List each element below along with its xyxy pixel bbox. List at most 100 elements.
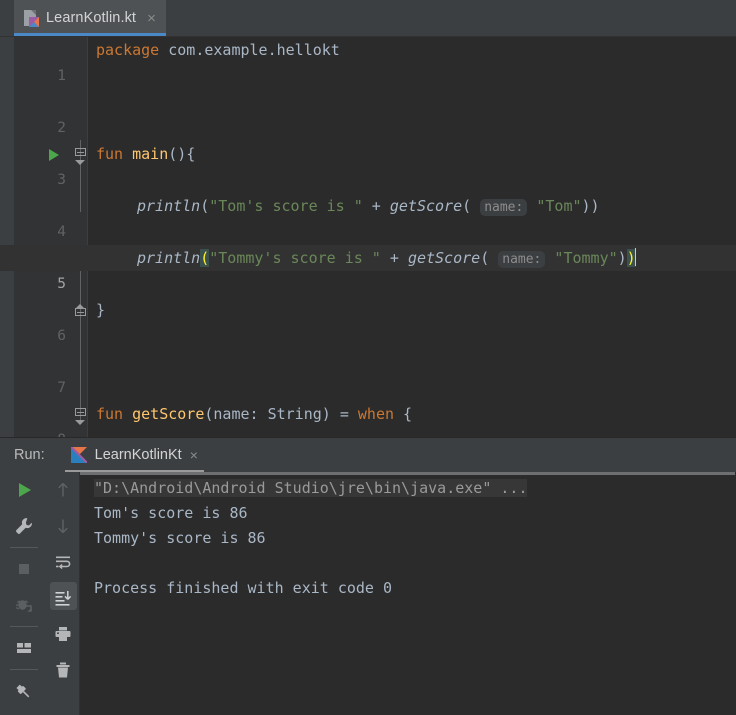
pin-icon xyxy=(15,684,29,698)
run-configuration-tab[interactable]: LearnKotlinKt × xyxy=(64,438,204,472)
code-line[interactable]: 6 } xyxy=(0,297,736,344)
code-line[interactable]: 7 xyxy=(0,349,736,396)
fold-toggle-icon[interactable] xyxy=(75,408,86,425)
editor-tab-learnkotlin[interactable]: LearnKotlin.kt × xyxy=(14,0,166,36)
kotlin-logo-icon xyxy=(70,447,87,463)
code-operator: + xyxy=(380,249,408,267)
console-output[interactable]: "D:\Android\Android Studio\jre\bin\java.… xyxy=(80,472,736,714)
code-line[interactable]: 1 package com.example.hellokt xyxy=(0,37,736,84)
close-icon[interactable]: × xyxy=(190,448,198,462)
keyword-fun: fun xyxy=(96,405,124,423)
code-line[interactable]: 4 println("Tom's score is " + getScore( … xyxy=(0,193,736,240)
console-line: Tom's score is 86 xyxy=(94,504,248,522)
package-name: com.example.hellokt xyxy=(159,41,340,59)
soft-wrap-icon xyxy=(56,556,71,570)
keyword-package: package xyxy=(96,41,160,59)
toolbar-separator xyxy=(9,626,38,627)
string-literal: "Tommy's score is " xyxy=(209,249,381,267)
soft-wrap-button[interactable] xyxy=(47,544,79,580)
stop-icon xyxy=(18,564,29,574)
code-line[interactable]: 3 fun main(){ xyxy=(0,141,736,188)
up-the-stack-trace-button[interactable] xyxy=(47,472,79,508)
code-punctuation: (){ xyxy=(168,145,196,163)
console-line-exit-status: Process finished with exit code 0 xyxy=(94,579,393,597)
run-tool-window-header: Run: LearnKotlinKt × xyxy=(14,438,204,472)
line-number: 7 xyxy=(57,380,66,396)
code-text: package com.example.hellokt xyxy=(96,37,340,63)
rerun-failed-tests-button[interactable] xyxy=(0,587,47,623)
code-text: println("Tom's score is " + getScore( na… xyxy=(137,193,600,221)
arrow-up-icon xyxy=(58,483,68,497)
toolbar-separator xyxy=(9,547,38,548)
layout-icon xyxy=(16,643,31,653)
run-tab-label: LearnKotlinKt xyxy=(94,447,182,463)
string-literal: "Tom" xyxy=(536,197,582,215)
active-tab-indicator xyxy=(14,33,166,36)
rerun-button[interactable] xyxy=(0,472,47,508)
editor-tab-bar: LearnKotlin.kt × xyxy=(0,0,736,37)
code-punctuation: } xyxy=(96,301,106,319)
close-icon[interactable]: × xyxy=(147,11,156,26)
printer-icon xyxy=(55,627,71,641)
console-line-command: "D:\Android\Android Studio\jre\bin\java.… xyxy=(80,476,736,501)
scroll-to-end-icon xyxy=(55,591,72,606)
scroll-to-end-button[interactable] xyxy=(47,580,79,616)
run-gutter-icon[interactable] xyxy=(49,149,59,161)
code-punctuation: ( xyxy=(480,249,490,267)
code-line-current[interactable]: 5 println("Tommy's score is " + getScore… xyxy=(0,245,736,292)
keyword-when: when xyxy=(357,405,395,423)
line-number: 3 xyxy=(57,172,66,188)
parameter-hint: name: xyxy=(498,251,546,268)
layout-settings-button[interactable] xyxy=(0,630,47,666)
code-operator: + xyxy=(362,197,390,215)
code-text: fun getScore(name: String) = when { xyxy=(96,401,412,427)
code-line[interactable]: 8 fun getScore(name: String) = when { xyxy=(0,401,736,437)
string-literal: "Tommy" xyxy=(554,249,618,267)
function-name-main: main xyxy=(123,145,169,163)
fold-toggle-icon[interactable] xyxy=(75,148,86,165)
edit-configuration-button[interactable] xyxy=(0,508,47,544)
code-punctuation: { xyxy=(394,405,413,423)
print-button[interactable] xyxy=(47,616,79,652)
arrow-down-icon xyxy=(58,519,68,533)
code-editor[interactable]: 1 package com.example.hellokt 2 3 fun ma… xyxy=(0,37,736,437)
line-number: 6 xyxy=(57,328,66,344)
fold-toggle-icon[interactable] xyxy=(75,304,86,316)
matching-brace-open: ( xyxy=(200,249,210,267)
code-punctuation: )) xyxy=(581,197,600,215)
bug-rerun-icon xyxy=(15,600,32,612)
call-getscore: getScore xyxy=(407,249,481,267)
pin-tab-button[interactable] xyxy=(0,673,47,709)
line-number: 4 xyxy=(57,224,66,240)
console-scrollbar[interactable] xyxy=(80,472,735,475)
code-text: println("Tommy's score is " + getScore( … xyxy=(137,245,636,273)
play-icon xyxy=(18,483,31,497)
code-punctuation: ( xyxy=(462,197,472,215)
trash-icon xyxy=(56,662,70,678)
code-text: fun main(){ xyxy=(96,141,195,167)
run-toolbar-left xyxy=(0,472,47,715)
run-tool-window: Run: LearnKotlinKt × "D:\Android\Android… xyxy=(0,437,736,715)
stop-button[interactable] xyxy=(0,551,47,587)
call-getscore: getScore xyxy=(389,197,463,215)
code-line[interactable]: 2 xyxy=(0,89,736,136)
run-label: Run: xyxy=(14,447,45,463)
line-number: 2 xyxy=(57,120,66,136)
wrench-icon xyxy=(15,518,32,534)
call-println: println xyxy=(137,197,201,215)
kotlin-file-icon xyxy=(23,9,39,27)
parameter-hint: name: xyxy=(480,199,528,216)
call-println: println xyxy=(137,249,201,267)
code-punctuation: ) xyxy=(617,249,627,267)
function-parameters: (name: String) xyxy=(204,405,331,423)
console-command-text: "D:\Android\Android Studio\jre\bin\java.… xyxy=(94,479,528,497)
down-the-stack-trace-button[interactable] xyxy=(47,508,79,544)
text-caret xyxy=(634,248,636,266)
toolbar-separator xyxy=(9,669,38,670)
clear-all-button[interactable] xyxy=(47,652,79,688)
line-number: 5 xyxy=(57,276,66,292)
line-number: 8 xyxy=(0,427,66,437)
string-literal: "Tom's score is " xyxy=(209,197,363,215)
console-line: Tommy's score is 86 xyxy=(94,529,266,547)
